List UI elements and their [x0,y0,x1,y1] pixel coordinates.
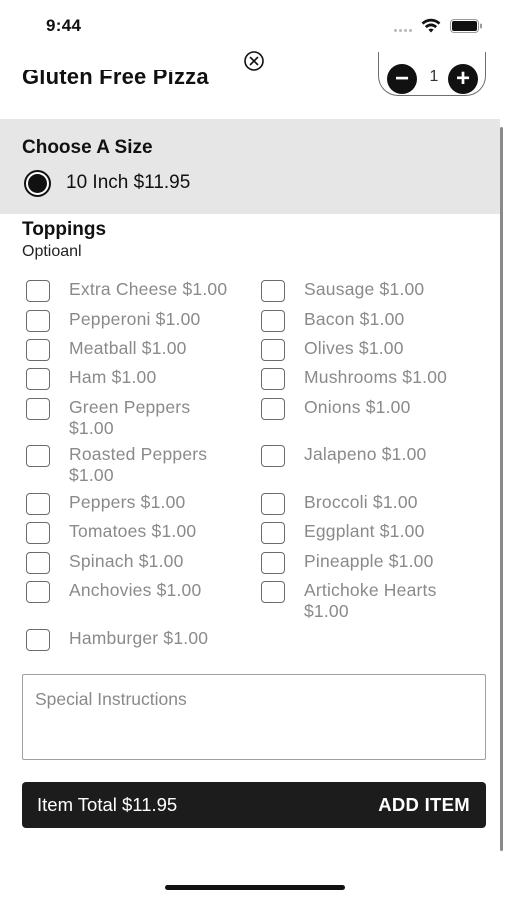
size-section: Choose A Size 10 Inch $11.95 [0,119,500,214]
topping-label: Tomatoes $1.00 [69,521,197,541]
radio-selected[interactable] [24,170,51,197]
checkbox[interactable] [26,629,50,651]
checkbox[interactable] [26,445,50,467]
topping-label: Pineapple $1.00 [304,551,434,571]
add-item-button[interactable]: ADD ITEM [378,794,470,816]
checkbox[interactable] [261,398,285,420]
checkbox[interactable] [261,310,285,332]
battery-icon [450,19,482,33]
wifi-icon [421,18,441,33]
topping-label: Eggplant $1.00 [304,521,425,541]
item-total: Item Total $11.95 [37,794,178,815]
topping-label: Anchovies $1.00 [69,580,202,600]
quantity-value: 1 [429,68,439,85]
topping-label: Olives $1.00 [304,338,404,358]
checkbox[interactable] [261,522,285,544]
topping-label: Bacon $1.00 [304,309,405,329]
checkbox[interactable] [26,310,50,332]
checkbox[interactable] [26,581,50,603]
topping-label: Spinach $1.00 [69,551,184,571]
topping-label: Roasted Peppers $1.00 [69,444,208,485]
plus-circle-icon[interactable]: + [448,64,478,94]
toppings-heading: Toppings [22,219,107,240]
checkbox[interactable] [261,445,285,467]
close-icon[interactable] [243,50,265,72]
topping-label: Broccoli $1.00 [304,492,418,512]
home-indicator[interactable] [165,885,345,890]
checkbox[interactable] [261,552,285,574]
toppings-subtitle: Optioanl [22,243,82,260]
scrollbar[interactable] [500,127,503,851]
checkbox[interactable] [26,522,50,544]
special-instructions-input[interactable] [22,674,486,760]
checkbox[interactable] [26,339,50,361]
cellular-signal-icon [394,29,416,32]
checkbox[interactable] [261,493,285,515]
checkbox[interactable] [26,552,50,574]
quantity-stepper: − 1 + [378,52,486,96]
add-item-bar[interactable]: Item Total $11.95 ADD ITEM [22,782,486,828]
topping-label: Extra Cheese $1.00 [69,279,228,299]
topping-label: Meatball $1.00 [69,338,187,358]
topping-label: Green Peppers $1.00 [69,397,191,438]
topping-label: Peppers $1.00 [69,492,186,512]
checkbox[interactable] [261,339,285,361]
topping-label: Pepperoni $1.00 [69,309,201,329]
topping-label: Jalapeno $1.00 [304,444,427,464]
topping-label: Sausage $1.00 [304,279,425,299]
status-bar: 9:44 [0,0,507,52]
item-title: Gluten Free Pizza [22,64,209,89]
checkbox[interactable] [26,280,50,302]
status-time: 9:44 [46,16,82,35]
size-heading: Choose A Size [22,137,153,158]
checkbox[interactable] [26,493,50,515]
topping-label: Mushrooms $1.00 [304,367,448,387]
size-option-label: 10 Inch $11.95 [66,172,191,193]
topping-label: Onions $1.00 [304,397,411,417]
checkbox[interactable] [26,398,50,420]
topping-label: Hamburger $1.00 [69,628,209,648]
minus-circle-icon[interactable]: − [387,64,417,94]
checkbox[interactable] [261,581,285,603]
checkbox[interactable] [261,280,285,302]
checkbox[interactable] [261,368,285,390]
topping-label: Ham $1.00 [69,367,157,387]
topping-label: Artichoke Hearts $1.00 [304,580,437,621]
checkbox[interactable] [26,368,50,390]
